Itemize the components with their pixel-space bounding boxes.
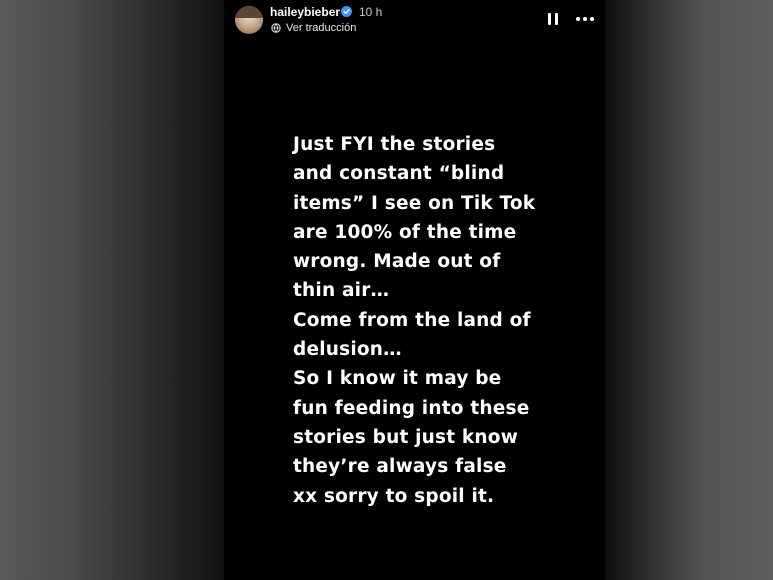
story-text-line: and constant “blind	[293, 163, 505, 185]
story-header: haileybieber 10 h Ver traducción	[224, 0, 605, 44]
username-link[interactable]: haileybieber	[270, 5, 340, 19]
story-text-line: delusion…	[293, 339, 402, 361]
story-text-line: thin air…	[293, 280, 390, 302]
story-text: Just FYI the stories and constant “blind…	[293, 130, 593, 511]
story-text-line: fun feeding into these	[293, 397, 530, 419]
verified-badge-icon	[341, 6, 352, 17]
story-text-line: items” I see on Tik Tok	[293, 192, 536, 214]
story-text-line: wrong. Made out of	[293, 251, 501, 273]
pause-icon	[548, 13, 551, 25]
avatar-image	[235, 6, 263, 18]
see-translation-link[interactable]: Ver traducción	[286, 22, 356, 34]
blurred-background-right	[605, 0, 773, 580]
story-text-line: are 100% of the time	[293, 221, 517, 243]
story-text-line: So I know it may be	[293, 368, 502, 390]
story-text-line: Just FYI the stories	[293, 134, 496, 155]
avatar[interactable]	[235, 6, 263, 34]
more-options-icon	[576, 17, 580, 21]
more-options-icon	[590, 17, 594, 21]
more-options-icon	[583, 17, 587, 21]
pause-button[interactable]	[546, 12, 560, 26]
story-text-line: they’re always false	[293, 456, 507, 478]
pause-icon	[555, 13, 558, 25]
page: haileybieber 10 h Ver traducción Just FY…	[0, 0, 773, 580]
story-text-line: xx sorry to spoil it.	[293, 485, 495, 507]
story-text-line: stories but just know	[293, 426, 519, 448]
more-options-button[interactable]	[576, 12, 596, 26]
translate-icon	[271, 23, 281, 33]
story-text-line: Come from the land of	[293, 309, 531, 331]
blurred-background-left	[0, 0, 224, 580]
story-viewer[interactable]: haileybieber 10 h Ver traducción Just FY…	[224, 0, 605, 580]
post-time: 10 h	[359, 5, 383, 19]
